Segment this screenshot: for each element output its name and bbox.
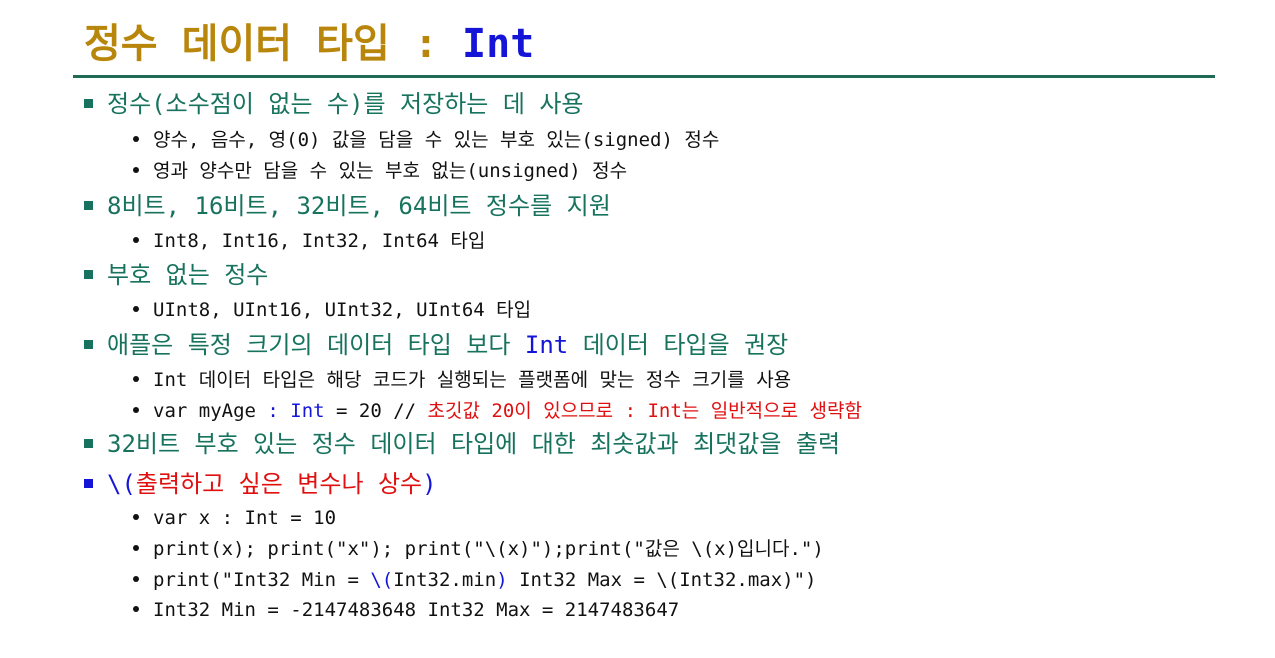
round-bullet-icon xyxy=(133,606,139,612)
square-bullet-icon xyxy=(84,270,93,279)
bullet-6: \(출력하고 싶은 변수나 상수) xyxy=(84,468,437,500)
sub-bullet-text: var x : Int = 10 xyxy=(153,507,337,529)
bullet-5: 32비트 부호 있는 정수 데이터 타입에 대한 최솟값과 최댓값을 출력 xyxy=(84,428,840,460)
sub-bullet-3-1: UInt8, UInt16, UInt32, UInt64 타입 xyxy=(133,296,531,324)
code-part1: print("Int32 Min = xyxy=(153,569,371,591)
code-comment: 초깃값 20이 있으므로 : Int는 일반적으로 생략함 xyxy=(427,400,862,422)
square-bullet-icon xyxy=(84,479,93,488)
sub-bullet-text: Int8, Int16, Int32, Int64 타입 xyxy=(153,230,486,252)
round-bullet-icon xyxy=(133,407,139,413)
round-bullet-icon xyxy=(133,514,139,520)
sub-bullet-6-1: var x : Int = 10 xyxy=(133,504,336,532)
code-part2: Int32 Max = \(Int32.max)") xyxy=(507,569,817,591)
round-bullet-icon xyxy=(133,576,139,582)
sub-bullet-text: Int 데이터 타입은 해당 코드가 실행되는 플랫폼에 맞는 정수 크기를 사… xyxy=(153,369,792,391)
square-bullet-icon xyxy=(84,439,93,448)
round-bullet-icon xyxy=(133,237,139,243)
sub-bullet-6-2: print(x); print("x"); print("\(x)");prin… xyxy=(133,535,824,563)
bullet-1-text: 정수(소수점이 없는 수)를 저장하는 데 사용 xyxy=(107,90,584,118)
sub-bullet-text: UInt8, UInt16, UInt32, UInt64 타입 xyxy=(153,299,532,321)
bullet-2: 8비트, 16비트, 32비트, 64비트 정수를 지원 xyxy=(84,190,611,222)
round-bullet-icon xyxy=(133,167,139,173)
bullet-1: 정수(소수점이 없는 수)를 저장하는 데 사용 xyxy=(84,88,584,120)
code-interp-open: \( xyxy=(370,569,394,591)
title-separator: : xyxy=(413,21,438,67)
square-bullet-icon xyxy=(84,99,93,108)
sub-bullet-text: 양수, 음수, 영(0) 값을 담을 수 있는 부호 있는(signed) 정수 xyxy=(153,129,720,151)
round-bullet-icon xyxy=(133,545,139,551)
interp-close: ) xyxy=(422,470,437,498)
int-highlight: Int xyxy=(524,331,569,359)
code-interp-inner: Int32.min xyxy=(393,569,497,591)
sub-bullet-1-2: 영과 양수만 담을 수 있는 부호 없는(unsigned) 정수 xyxy=(133,157,627,185)
code-interp-close: ) xyxy=(496,569,508,591)
output-text: Int32 Min = -2147483648 Int32 Max = 2147… xyxy=(153,599,680,621)
bullet-4-text-end: 데이터 타입을 권장 xyxy=(568,331,789,359)
round-bullet-icon xyxy=(133,136,139,142)
sub-bullet-text: 영과 양수만 담을 수 있는 부호 없는(unsigned) 정수 xyxy=(153,160,628,182)
sub-bullet-6-4: Int32 Min = -2147483648 Int32 Max = 2147… xyxy=(133,596,679,624)
bullet-4: 애플은 특정 크기의 데이터 타입 보다 Int 데이터 타입을 권장 xyxy=(84,329,788,361)
sub-bullet-4-2: var myAge : Int = 20 // 초깃값 20이 있으므로 : I… xyxy=(133,397,862,425)
bullet-4-text: 애플은 특정 크기의 데이터 타입 보다 xyxy=(107,331,525,359)
interp-description: 출력하고 싶은 변수나 상수 xyxy=(135,470,423,498)
code-prefix: var myAge xyxy=(153,400,268,422)
title-divider xyxy=(73,75,1215,78)
interp-open: \( xyxy=(107,470,136,498)
bullet-2-text: 8비트, 16비트, 32비트, 64비트 정수를 지원 xyxy=(107,192,611,220)
square-bullet-icon xyxy=(84,201,93,210)
code-type-annotation: : Int xyxy=(267,400,325,422)
sub-bullet-4-1: Int 데이터 타입은 해당 코드가 실행되는 플랫폼에 맞는 정수 크기를 사… xyxy=(133,366,791,394)
round-bullet-icon xyxy=(133,306,139,312)
sub-bullet-6-3: print("Int32 Min = \(Int32.min) Int32 Ma… xyxy=(133,566,817,594)
code-assign: = 20 // xyxy=(324,400,428,422)
sub-bullet-1-1: 양수, 음수, 영(0) 값을 담을 수 있는 부호 있는(signed) 정수 xyxy=(133,126,719,154)
square-bullet-icon xyxy=(84,340,93,349)
bullet-5-text: 32비트 부호 있는 정수 데이터 타입에 대한 최솟값과 최댓값을 출력 xyxy=(107,430,841,458)
bullet-3-text: 부호 없는 정수 xyxy=(107,261,269,289)
title-type-name: Int xyxy=(462,21,535,67)
round-bullet-icon xyxy=(133,376,139,382)
slide-title: 정수 데이터 타입 : Int xyxy=(84,14,534,74)
sub-bullet-2-1: Int8, Int16, Int32, Int64 타입 xyxy=(133,227,485,255)
bullet-3: 부호 없는 정수 xyxy=(84,259,268,291)
sub-bullet-text: print(x); print("x"); print("\(x)");prin… xyxy=(153,538,824,560)
title-korean: 정수 데이터 타입 xyxy=(84,21,390,67)
